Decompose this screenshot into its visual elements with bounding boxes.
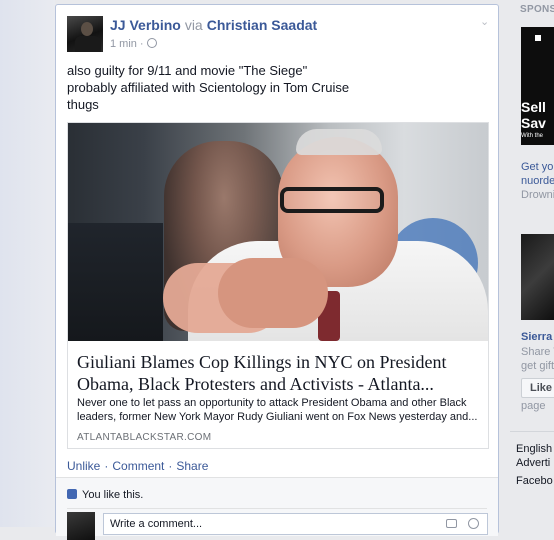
link-title[interactable]: Giuliani Blames Cop Killings in NYC on P… [77, 351, 477, 395]
link-title-line: Obama, Black Protesters and Activists - … [77, 374, 434, 394]
news-feed-story: JJ Verbino via Christian Saadat 1 min · ⌄ a… [55, 4, 499, 540]
left-background [0, 0, 55, 527]
author-name-link[interactable]: JJ Verbino [110, 17, 181, 33]
link-domain: ATLANTABLACKSTAR.COM [77, 432, 212, 443]
commenter-avatar [67, 512, 95, 540]
sponsored-heading: SPONSO [520, 4, 554, 15]
sponsored-ad-image-2[interactable] [521, 234, 554, 320]
emoticon-icon[interactable] [468, 518, 479, 529]
sponsored-ad-link[interactable]: Get yo nuorde [521, 160, 554, 188]
via-label: via [184, 17, 203, 33]
likes-text: You like this. [82, 489, 144, 501]
page-label: page [521, 400, 546, 412]
footer-link[interactable]: English [516, 442, 552, 456]
link-title-line: Giuliani Blames Cop Killings in NYC on P… [77, 352, 447, 372]
ad-image-text: With the [521, 133, 544, 139]
shared-link-card[interactable]: Giuliani Blames Cop Killings in NYC on P… [67, 122, 489, 449]
post-message: also guilty for 9/11 and movie "The Sieg… [67, 62, 487, 113]
story-actions: Unlike · Comment · Share [67, 459, 208, 473]
ad-domain: Drowni [521, 189, 554, 201]
ad-text-line: get gift [521, 360, 554, 372]
source-name-link[interactable]: Christian Saadat [207, 17, 317, 33]
action-separator: · [104, 459, 109, 473]
divider [510, 431, 554, 432]
share-button[interactable]: Share [176, 459, 208, 473]
author-avatar[interactable] [67, 16, 103, 52]
like-page-button[interactable]: Like [521, 378, 554, 398]
link-description-line: Never one to let pass an opportunity to … [77, 397, 467, 409]
action-separator: · [168, 459, 173, 473]
chevron-down-icon[interactable]: ⌄ [480, 17, 490, 28]
footer-copyright[interactable]: Facebo [516, 475, 553, 487]
sponsored-ad-text-2: Share T get gift [521, 345, 554, 373]
comment-button[interactable]: Comment [112, 459, 164, 473]
unlike-button[interactable]: Unlike [67, 459, 100, 473]
sponsored-ad-image[interactable]: Sell Sav With the [521, 27, 554, 145]
post-message-line: thugs [67, 97, 99, 112]
link-preview-image[interactable] [68, 123, 488, 341]
timestamp-link[interactable]: 1 min [110, 38, 137, 50]
footer-link[interactable]: Adverti [516, 456, 552, 470]
thumbs-up-icon [67, 489, 77, 499]
footer-links: English Adverti [516, 442, 552, 470]
ad-image-text: Sav [521, 115, 546, 131]
comment-placeholder: Write a comment... [110, 518, 203, 530]
divider [67, 508, 487, 509]
right-sidebar: SPONSO Sell Sav With the Get yo nuorde D… [510, 0, 554, 527]
likes-summary: You like this. [67, 489, 143, 501]
ad-image-text: Sell [521, 99, 546, 115]
sponsored-ad-title-2[interactable]: Sierra [521, 331, 552, 343]
post-message-line: also guilty for 9/11 and movie "The Sieg… [67, 63, 308, 78]
post-message-line: probably affiliated with Scientology in … [67, 80, 350, 95]
ad-link-line: Get yo [521, 161, 554, 173]
ad-text-line: Share T [521, 346, 554, 358]
link-description: Never one to let pass an opportunity to … [77, 396, 481, 424]
story-header: JJ Verbino via Christian Saadat [110, 17, 317, 33]
ad-link-line: nuorde [521, 175, 554, 187]
link-description-line: leaders, former New York Mayor Rudy Giul… [77, 411, 478, 423]
brand-logo-icon [535, 35, 541, 41]
globe-icon[interactable] [146, 38, 157, 48]
comment-input[interactable]: Write a comment... [103, 513, 488, 535]
feedback-area: You like this. Write a comment... [56, 477, 498, 540]
dot-separator: · [139, 38, 144, 50]
story-timestamp: 1 min · [110, 38, 157, 50]
